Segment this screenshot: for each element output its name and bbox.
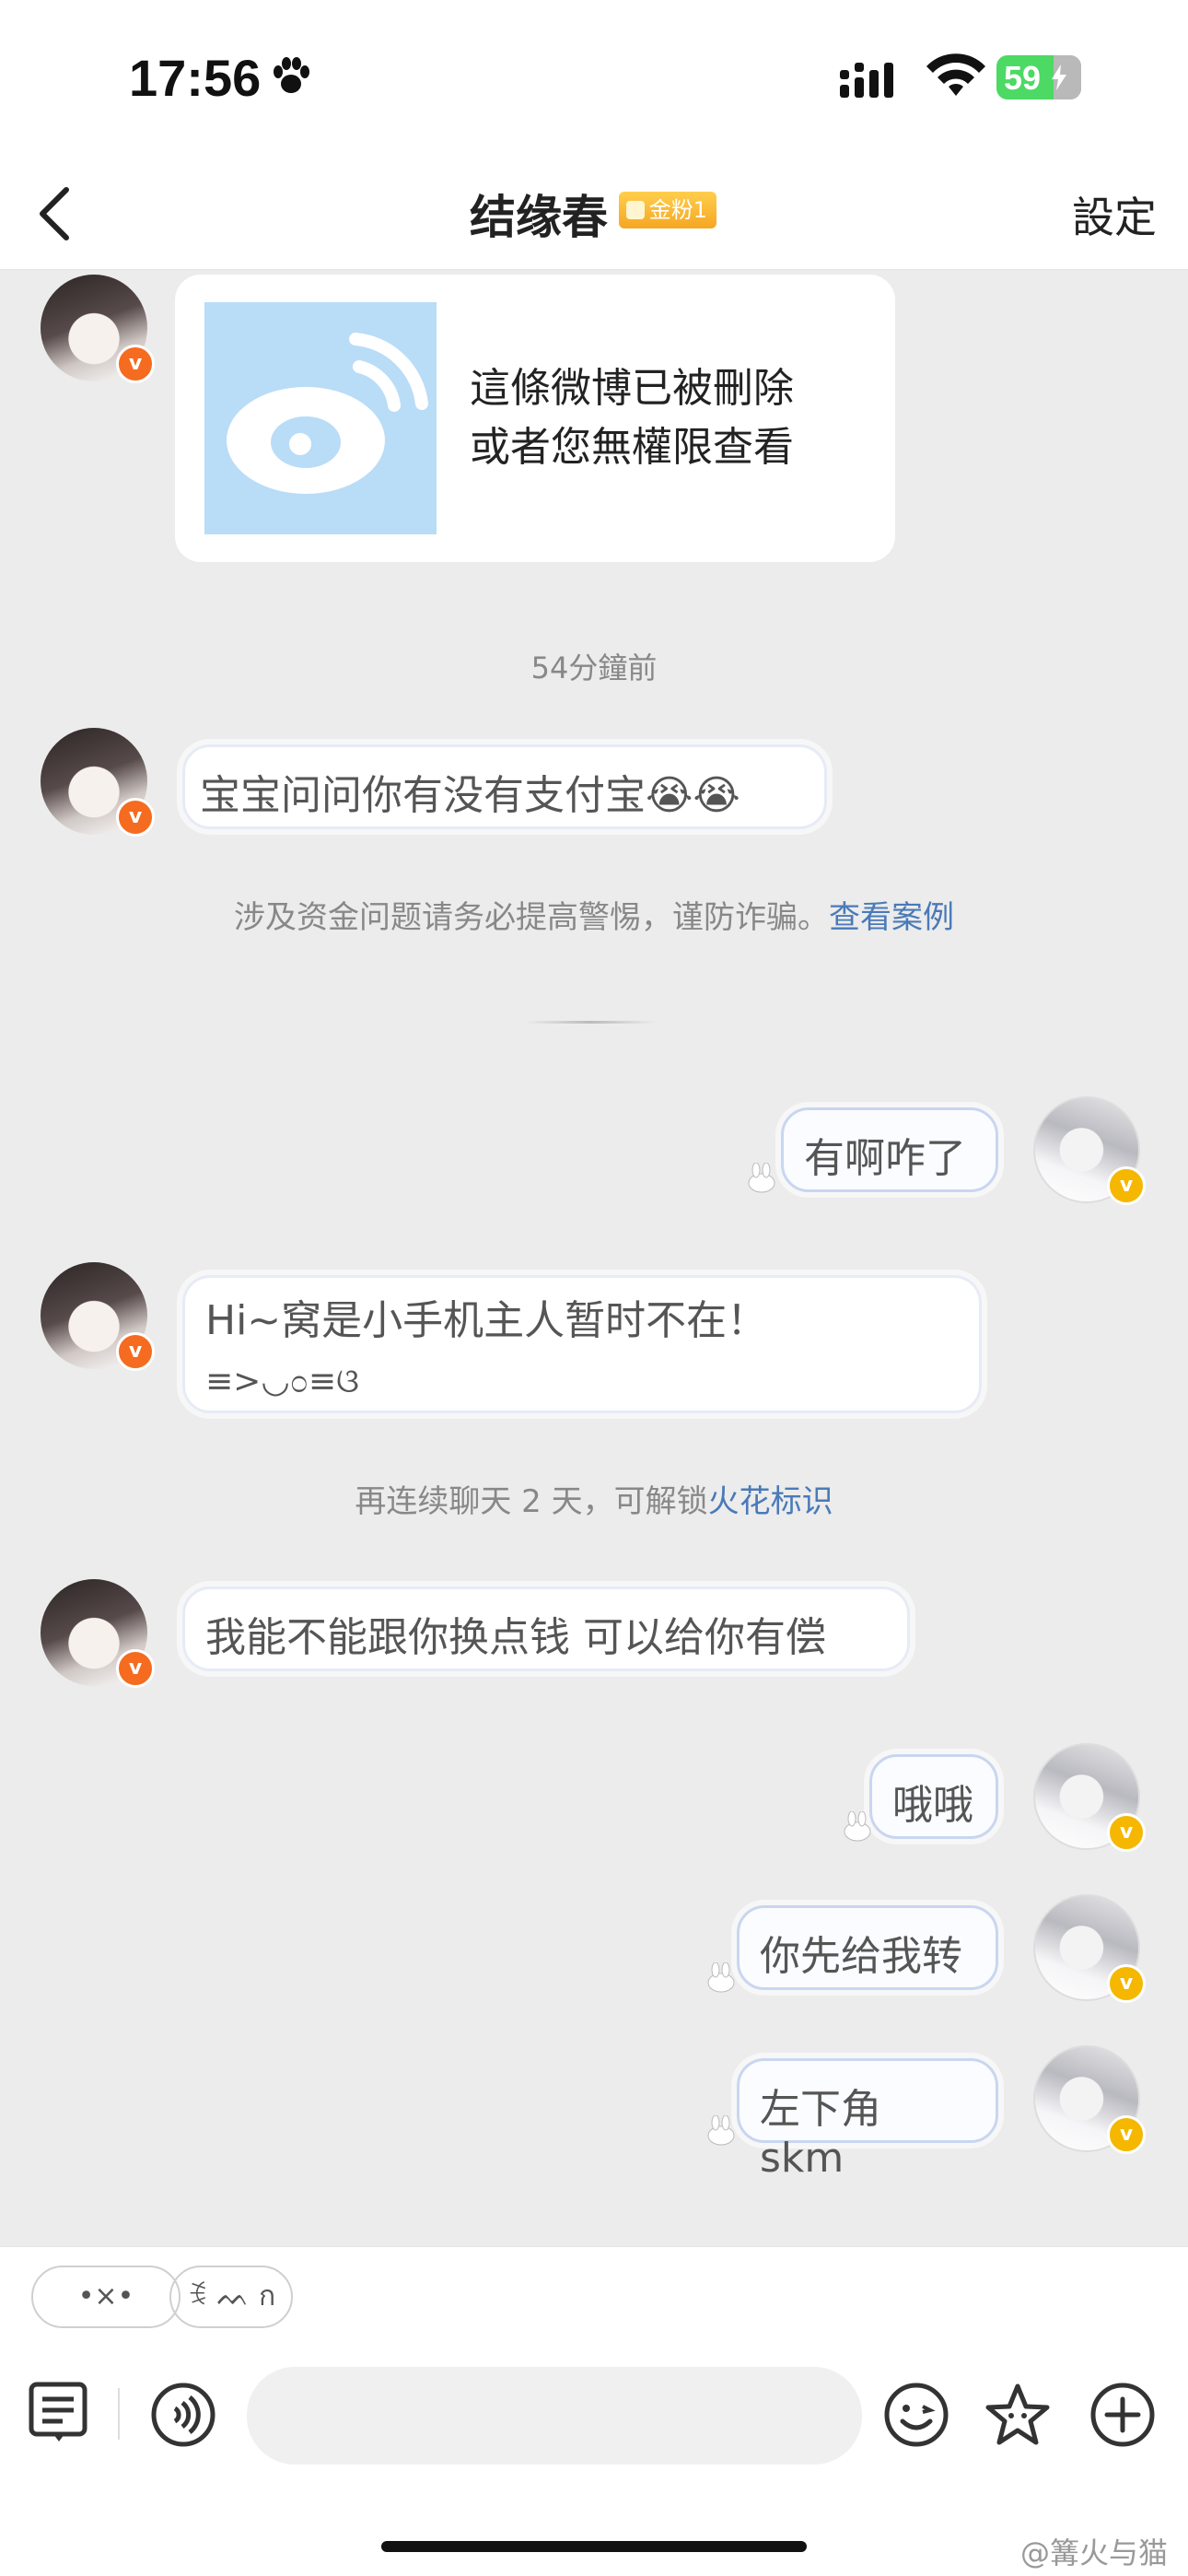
battery-icon: 59 <box>996 55 1081 100</box>
signal-icon <box>840 63 893 98</box>
bunny-sticker <box>707 1962 735 1993</box>
message-bubble[interactable]: Hi~窝是小手机主人暂时不在！ ≡>◡೦≡ଓ <box>182 1275 982 1413</box>
verified-badge: v <box>116 1332 155 1371</box>
paw-icon <box>274 57 309 93</box>
message-subtext: ≡>◡೦≡ଓ <box>205 1363 359 1400</box>
message-bubble[interactable]: 宝宝问问你有没有支付宝😭😭 <box>182 744 827 829</box>
clock: 17:56 <box>129 49 262 107</box>
battery-level: 59 <box>1004 59 1042 97</box>
timestamp: 54分鐘前 <box>530 650 658 685</box>
message-text: 有啊咋了 <box>804 1135 966 1182</box>
badge-icon <box>626 201 645 219</box>
message-text: 我能不能跟你换点钱 可以给你有偿 <box>205 1614 826 1661</box>
message-text: 你先给我转 <box>760 1933 962 1980</box>
bunny-sticker <box>707 2115 735 2146</box>
verified-badge: v <box>1107 1813 1146 1852</box>
contact-name[interactable]: 结缘春 <box>470 181 608 247</box>
bunny-sticker <box>748 1163 775 1193</box>
quick-reply-chip[interactable]: •×• <box>31 2266 181 2328</box>
verified-badge: v <box>116 345 155 383</box>
status-bar: 17:56 59 <box>0 0 1188 157</box>
fraud-notice: 涉及资金问题请务必提高警惕，谨防诈骗。查看案例 <box>234 899 954 936</box>
verified-badge: v <box>1107 2115 1146 2154</box>
verified-badge: v <box>116 1649 155 1688</box>
wifi-icon <box>926 53 985 96</box>
home-indicator[interactable] <box>381 2541 807 2552</box>
separator <box>118 2388 120 2440</box>
message-text: Hi~窝是小手机主人暂时不在！ <box>205 1297 768 1344</box>
message-input[interactable] <box>247 2367 862 2465</box>
list-icon[interactable] <box>26 2379 94 2447</box>
deleted-post-text: 這條微博已被刪除 或者您無權限查看 <box>470 365 794 471</box>
view-cases-link[interactable]: 查看案例 <box>829 899 954 936</box>
quick-reply-chip[interactable]: ꉂ ᨓ ก <box>169 2266 293 2328</box>
message-text: 哦哦 <box>892 1782 973 1829</box>
weibo-logo <box>204 302 437 534</box>
message-bubble[interactable]: 哦哦 <box>869 1754 998 1839</box>
star-icon[interactable] <box>984 2381 1052 2449</box>
emoji-icon[interactable] <box>882 2381 950 2449</box>
message-bubble[interactable]: 你先给我转 <box>737 1905 998 1990</box>
verified-badge: v <box>116 798 155 837</box>
bunny-sticker <box>844 1811 871 1842</box>
back-arrow-icon[interactable] <box>28 177 83 251</box>
plus-icon[interactable] <box>1089 2381 1157 2449</box>
settings-button[interactable]: 設定 <box>1072 184 1157 245</box>
chat-header: 结缘春 金粉1 設定 <box>0 157 1188 270</box>
streak-notice: 再连续聊天 2 天，可解锁火花标识 <box>355 1483 833 1520</box>
watermark: @篝火与猫 <box>1019 2535 1168 2570</box>
verified-badge: v <box>1107 1964 1146 2003</box>
message-text: 宝宝问问你有没有支付宝😭😭 <box>200 772 740 819</box>
fan-badge: 金粉1 <box>619 192 716 228</box>
message-bubble[interactable]: 我能不能跟你换点钱 可以给你有偿 <box>182 1587 910 1671</box>
quick-reply-bar: •×• ꉂ ᨓ ก <box>0 2246 1188 2363</box>
verified-badge: v <box>1107 1166 1146 1205</box>
message-bubble[interactable]: 左下角 skm <box>737 2058 998 2182</box>
spark-badge-link[interactable]: 火花标识 <box>708 1483 833 1520</box>
message-text: 左下角 skm <box>760 2086 881 2182</box>
divider <box>525 1021 656 1024</box>
shared-post-card[interactable]: 這條微博已被刪除 或者您無權限查看 <box>175 275 895 562</box>
voice-icon[interactable] <box>149 2381 217 2449</box>
message-bubble[interactable]: 有啊咋了 <box>781 1107 998 1192</box>
